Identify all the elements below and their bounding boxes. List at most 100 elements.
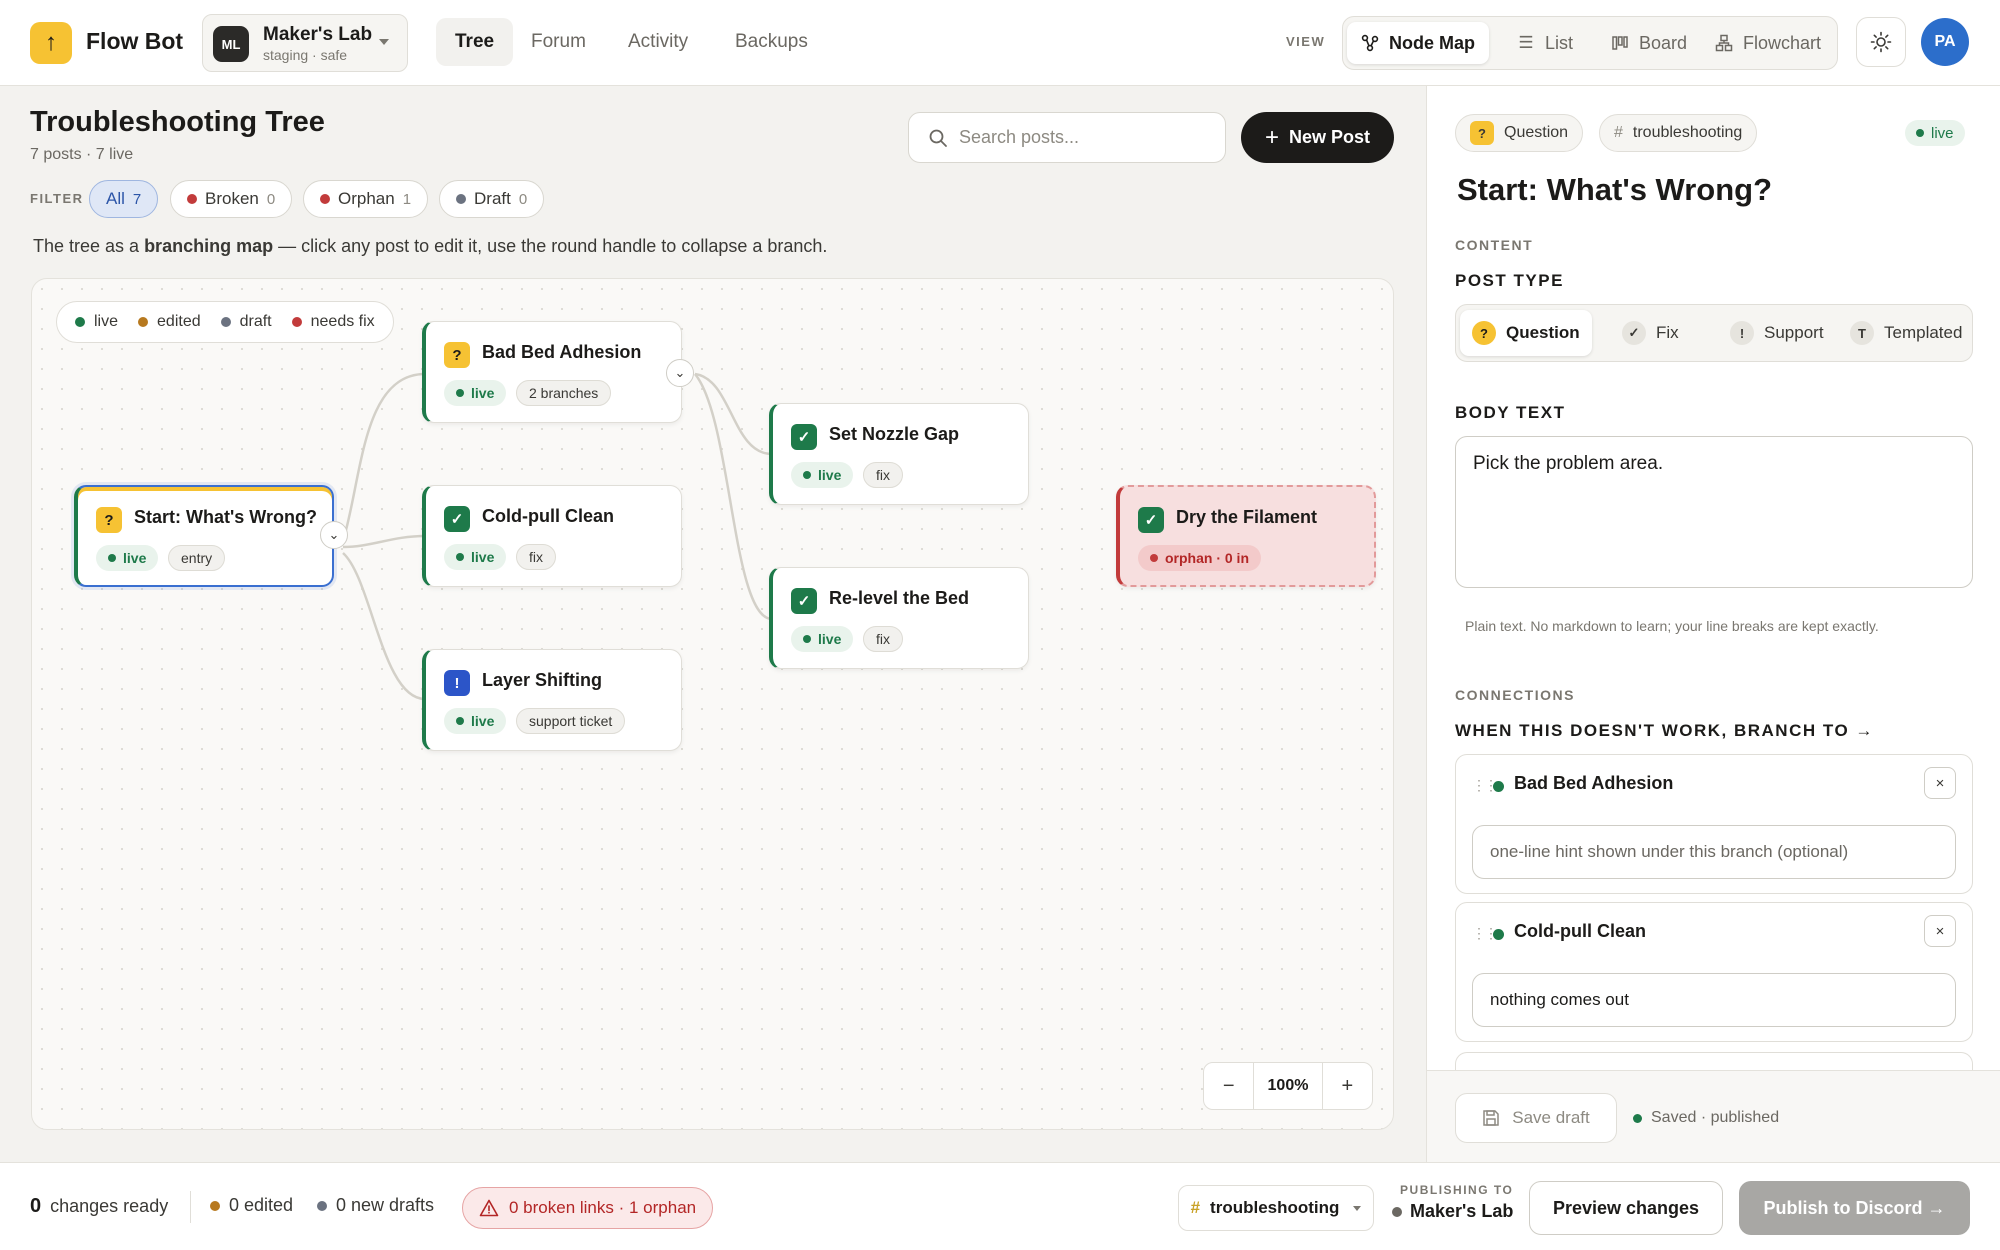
post-type-support-label: Support bbox=[1764, 323, 1824, 342]
search-input[interactable] bbox=[959, 113, 1219, 162]
legend-needs-fix-label: needs fix bbox=[310, 313, 375, 330]
post-type-question[interactable]: ? Question bbox=[1460, 310, 1592, 356]
post-type-tag-label: Question bbox=[1504, 124, 1569, 141]
top-bar: ↑ Flow Bot ML Maker's Lab staging · safe… bbox=[0, 0, 2000, 86]
node-tag: fix bbox=[863, 462, 903, 488]
zoom-level: 100% bbox=[1253, 1063, 1323, 1109]
node-cold-pull-clean[interactable]: ✓ Cold-pull Clean live fix bbox=[422, 485, 682, 587]
question-icon: ? bbox=[96, 507, 122, 533]
post-type-label: POST TYPE bbox=[1455, 271, 1564, 290]
tab-forum[interactable]: Forum bbox=[512, 18, 605, 66]
issues-warning-label: 0 broken links · 1 orphan bbox=[509, 1198, 697, 1217]
filter-orphan-chip[interactable]: Orphan 1 bbox=[303, 180, 429, 218]
filter-label: FILTER bbox=[30, 191, 84, 206]
flowchart-icon bbox=[1715, 34, 1733, 52]
node-dry-the-filament[interactable]: ✓ Dry the Filament orphan · 0 in bbox=[1116, 485, 1376, 587]
branch-hint-input[interactable] bbox=[1472, 825, 1956, 879]
body-text-field[interactable]: Pick the problem area. bbox=[1455, 436, 1973, 588]
zoom-control: − 100% + bbox=[1203, 1062, 1373, 1110]
new-post-button[interactable]: + New Post bbox=[1241, 112, 1394, 163]
filter-draft-chip[interactable]: Draft 0 bbox=[439, 180, 545, 218]
chevron-down-icon bbox=[1353, 1205, 1362, 1211]
view-board-button[interactable]: Board bbox=[1597, 22, 1701, 64]
close-icon: × bbox=[1935, 774, 1945, 792]
needs-fix-dot-icon bbox=[291, 317, 302, 327]
node-start-whats-wrong[interactable]: ? Start: What's Wrong? live entry bbox=[74, 485, 334, 587]
post-type-fix[interactable]: ✓ Fix bbox=[1610, 310, 1691, 356]
channel-select-label: troubleshooting bbox=[1210, 1198, 1340, 1217]
save-draft-button[interactable]: Save draft bbox=[1455, 1093, 1617, 1143]
node-tag: fix bbox=[863, 626, 903, 652]
edge-bad-bed-nozzle bbox=[694, 372, 773, 456]
status-legend: live edited draft needs fix bbox=[56, 301, 394, 343]
zoom-in-button[interactable]: + bbox=[1323, 1063, 1372, 1109]
filter-broken-chip[interactable]: Broken 0 bbox=[170, 180, 293, 218]
user-avatar[interactable]: PA bbox=[1921, 18, 1969, 66]
connection-name: Bad Bed Adhesion bbox=[1514, 773, 1674, 793]
post-type-fix-label: Fix bbox=[1656, 323, 1679, 342]
filter-draft-label: Draft bbox=[474, 189, 511, 208]
node-layer-shifting[interactable]: ! Layer Shifting live support ticket bbox=[422, 649, 682, 751]
issues-warning[interactable]: 0 broken links · 1 orphan bbox=[462, 1187, 714, 1229]
app-name: Flow Bot bbox=[86, 28, 184, 54]
description-pre: The tree as a bbox=[33, 236, 145, 256]
remove-connection-button[interactable]: × bbox=[1924, 915, 1956, 947]
node-title: Start: What's Wrong? bbox=[134, 507, 317, 527]
status-badge: live bbox=[96, 545, 159, 571]
edge-bad-bed-relevel bbox=[694, 373, 773, 621]
workspace-avatar: ML bbox=[213, 26, 249, 62]
workspace-switcher[interactable]: ML Maker's Lab staging · safe bbox=[202, 14, 408, 72]
view-node-map-button[interactable]: Node Map bbox=[1347, 22, 1490, 64]
node-map-canvas[interactable]: live edited draft needs fix ? Start: Wha… bbox=[31, 278, 1394, 1130]
view-node-map-label: Node Map bbox=[1389, 32, 1476, 53]
view-flowchart-button[interactable]: Flowchart bbox=[1701, 22, 1835, 64]
draft-dot-icon bbox=[220, 317, 231, 327]
publish-to-discord-button[interactable]: Publish to Discord → bbox=[1739, 1181, 1970, 1235]
status-badge-label: live bbox=[1931, 124, 1954, 142]
chevron-down-icon bbox=[379, 39, 389, 45]
remove-connection-button[interactable]: × bbox=[1924, 767, 1956, 799]
status-badge: live bbox=[791, 462, 854, 488]
check-icon: ✓ bbox=[791, 424, 817, 450]
board-icon bbox=[1612, 36, 1628, 50]
check-icon: ✓ bbox=[444, 506, 470, 532]
filter-all-chip[interactable]: All 7 bbox=[89, 180, 159, 218]
new-drafts-count: 0 new drafts bbox=[317, 1195, 434, 1216]
legend-draft: draft bbox=[220, 313, 272, 331]
description-post: — click any post to edit it, use the rou… bbox=[273, 236, 828, 256]
draft-dot-icon bbox=[456, 194, 466, 204]
page-subtitle: 7 posts · 7 live bbox=[30, 146, 134, 163]
save-status: Saved · published bbox=[1633, 1109, 1779, 1127]
edited-dot-icon bbox=[210, 1200, 220, 1211]
tab-backups[interactable]: Backups bbox=[716, 18, 827, 66]
node-re-level-the-bed[interactable]: ✓ Re-level the Bed live fix bbox=[769, 567, 1029, 669]
zoom-out-button[interactable]: − bbox=[1204, 1063, 1253, 1109]
view-list-button[interactable]: ☰ List bbox=[1503, 22, 1587, 64]
template-icon: T bbox=[1850, 321, 1874, 345]
post-title[interactable]: Start: What's Wrong? bbox=[1457, 172, 1772, 208]
post-type-selector: ? Question ✓ Fix ! Support T Templated bbox=[1455, 304, 1973, 362]
node-set-nozzle-gap[interactable]: ✓ Set Nozzle Gap live fix bbox=[769, 403, 1029, 505]
preview-changes-button[interactable]: Preview changes bbox=[1529, 1181, 1723, 1235]
branch-hint-input[interactable] bbox=[1472, 973, 1956, 1027]
publishing-to-value: Maker's Lab bbox=[1392, 1201, 1513, 1222]
close-icon: × bbox=[1935, 922, 1945, 940]
map-description: The tree as a branching map — click any … bbox=[33, 236, 827, 257]
broken-dot-icon bbox=[187, 194, 197, 204]
node-bad-bed-adhesion[interactable]: ? Bad Bed Adhesion live 2 branches bbox=[422, 321, 682, 423]
node-title: Layer Shifting bbox=[482, 670, 603, 690]
post-type-templated-label: Templated bbox=[1884, 323, 1963, 342]
collapse-handle-start[interactable]: ⌄ bbox=[320, 521, 348, 549]
post-type-support[interactable]: ! Support bbox=[1718, 310, 1836, 356]
tab-activity[interactable]: Activity bbox=[609, 18, 707, 66]
list-icon: ☰ bbox=[1518, 33, 1534, 52]
collapse-handle-bad-bed[interactable]: ⌄ bbox=[666, 359, 694, 387]
channel-select[interactable]: # troubleshooting bbox=[1178, 1185, 1374, 1231]
theme-toggle-button[interactable] bbox=[1856, 17, 1906, 67]
legend-edited-label: edited bbox=[157, 313, 201, 330]
tab-tree[interactable]: Tree bbox=[436, 18, 514, 66]
post-type-templated[interactable]: T Templated bbox=[1838, 310, 1974, 356]
warning-icon bbox=[479, 1199, 499, 1217]
check-icon: ✓ bbox=[1138, 507, 1164, 533]
connection-card: ⋮⋮ Bad Bed Adhesion × bbox=[1455, 754, 1973, 894]
